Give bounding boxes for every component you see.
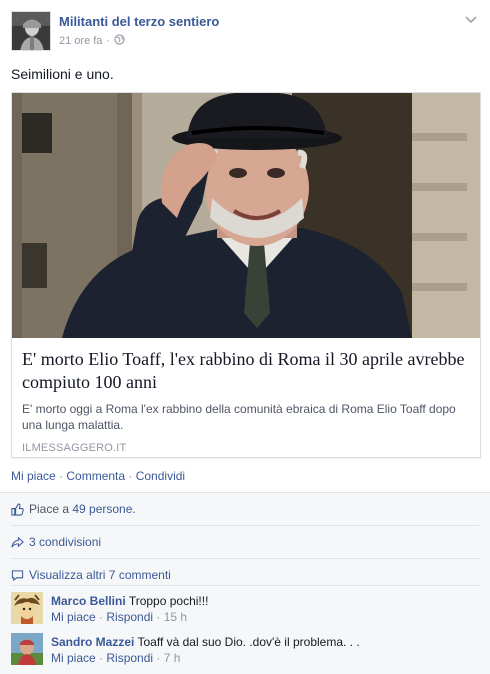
comment-reply-link[interactable]: Rispondi [106,651,153,665]
commenter-avatar[interactable] [11,592,43,624]
likes-count-link[interactable]: 49 persone [72,502,132,516]
like-link[interactable]: Mi piace [11,469,56,483]
shares-count-link[interactable]: 3 condivisioni [29,535,101,549]
link-thumbnail-image [12,93,480,338]
post-text: Seimilioni e uno. [11,66,114,82]
action-separator: · [55,469,67,483]
view-more-comments: Visualizza altri 7 commenti [11,568,479,582]
post-action-links: Mi piace · Commenta · Condividi [11,469,185,483]
comment-like-link[interactable]: Mi piace [51,610,96,624]
post-header: Militanti del terzo sentiero 21 ore fa · [11,11,481,55]
page-avatar[interactable] [11,11,51,51]
meta-separator: · [106,35,111,47]
likes-prefix: Piace a [29,502,73,516]
comment-text: Troppo pochi!!! [128,594,209,608]
speech-bubble-icon [11,569,24,582]
thumbs-up-icon [11,502,24,516]
shares-summary: 3 condivisioni [11,535,479,549]
post-meta: 21 ore fa · [59,34,125,48]
comment-actions: Mi piace · Rispondi · 15 h [51,610,188,624]
share-arrow-icon [11,536,24,549]
comment-author-link[interactable]: Marco Bellini [51,594,126,608]
likes-summary: Piace a 49 persone. [11,502,479,516]
globe-icon[interactable] [114,34,125,48]
comment-link[interactable]: Commenta [66,469,125,483]
link-description: E' morto oggi a Roma l'ex rabbino della … [22,402,456,432]
comment-text: Toaff và dal suo Dio. .dov'è il problema… [137,635,360,649]
comment-timestamp[interactable]: 15 h [164,610,187,624]
divider [11,585,479,586]
comment-like-link[interactable]: Mi piace [51,651,96,665]
divider [11,558,479,559]
comment-timestamp[interactable]: 7 h [164,651,181,665]
comment-author-link[interactable]: Sandro Mazzei [51,635,134,649]
page-name-link[interactable]: Militanti del terzo sentiero [59,14,219,29]
commenter-avatar[interactable] [11,633,43,665]
link-source-domain: ILMESSAGGERO.IT [22,442,127,454]
divider [11,525,479,526]
comment-item: Marco Bellini Troppo pochi!!! Mi piace ·… [11,592,479,628]
chevron-down-icon[interactable] [463,14,479,28]
comment-body: Marco Bellini Troppo pochi!!! [51,593,208,609]
comment-actions: Mi piace · Rispondi · 7 h [51,651,181,665]
link-card-body: E' morto Elio Toaff, l'ex rabbino di Rom… [22,348,472,454]
comment-item: Sandro Mazzei Toaff và dal suo Dio. .dov… [11,633,479,669]
comment-reply-link[interactable]: Rispondi [106,610,153,624]
likes-suffix: . [132,502,136,516]
link-share-card[interactable]: E' morto Elio Toaff, l'ex rabbino di Rom… [11,92,481,458]
action-separator: · [125,469,136,483]
link-title[interactable]: E' morto Elio Toaff, l'ex rabbino di Rom… [22,348,472,394]
view-more-comments-link[interactable]: Visualizza altri 7 commenti [29,568,171,582]
share-link[interactable]: Condividi [136,469,185,483]
comment-body: Sandro Mazzei Toaff và dal suo Dio. .dov… [51,634,360,650]
post-timestamp[interactable]: 21 ore fa [59,35,102,47]
feedback-section: Piace a 49 persone. 3 condivisioni Visua… [0,492,490,674]
